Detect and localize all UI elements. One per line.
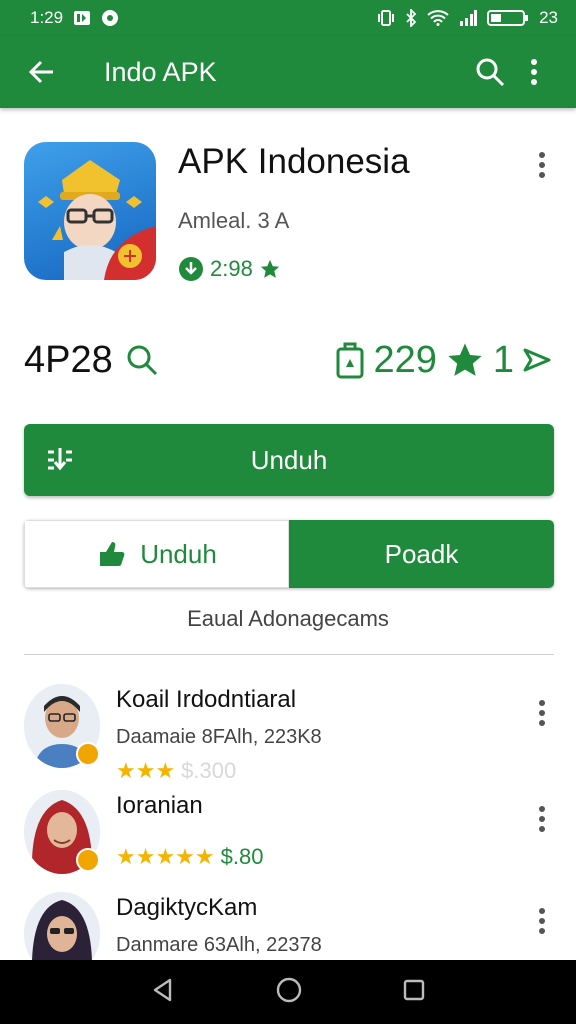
recents-square-icon xyxy=(404,979,425,1000)
bluetooth-icon xyxy=(405,9,417,27)
stat-right: 229 1 xyxy=(335,339,552,382)
app-rating-value: 2:98 xyxy=(210,256,253,281)
review-name: DagiktycKam xyxy=(116,894,258,921)
verified-badge-icon xyxy=(76,848,100,872)
download-button-label: Unduh xyxy=(250,444,328,475)
nav-recents-button[interactable] xyxy=(402,978,426,1007)
send-icon xyxy=(523,348,551,372)
download-list-icon xyxy=(44,444,76,483)
signal-icon xyxy=(459,10,478,26)
stat-right-suffix: 1 xyxy=(492,338,514,381)
segment-right-label: Poadk xyxy=(384,538,459,569)
app-developer: Amleal. 3 A xyxy=(178,208,290,233)
search-icon xyxy=(476,58,505,87)
verified-badge-icon xyxy=(76,742,100,766)
divider xyxy=(24,654,554,655)
app-bar-title: Indo APK xyxy=(104,56,217,87)
app-bar: Indo APK xyxy=(0,36,576,108)
app-icon xyxy=(24,142,156,280)
review-price: $.80 xyxy=(220,844,264,869)
review-item[interactable]: Koail Irdodntiaral Daamaie 8FAlh, 223K8 … xyxy=(24,684,554,783)
review-name: Ioranian xyxy=(116,792,203,819)
section-label: Eaual Adonagecams xyxy=(187,606,389,631)
star-rating: ★★★★★ xyxy=(116,844,215,869)
vibrate-icon xyxy=(377,9,395,27)
search-button[interactable] xyxy=(468,50,512,94)
review-name: Koail Irdodntiaral xyxy=(116,686,297,713)
review-more-button[interactable] xyxy=(530,696,554,730)
thumbs-up-icon xyxy=(100,542,125,566)
stat-left-value: 4P28 xyxy=(24,338,113,381)
more-vert-icon xyxy=(539,152,545,178)
notification-icon xyxy=(73,10,91,26)
star-icon xyxy=(260,259,279,278)
nav-back-button[interactable] xyxy=(150,977,176,1008)
review-item[interactable]: Ioranian ★★★★★ $.80 xyxy=(24,790,554,880)
search-icon xyxy=(127,345,157,376)
status-time: 1:29 xyxy=(30,8,64,27)
system-nav-bar xyxy=(0,960,576,1024)
download-badge-icon xyxy=(179,257,203,281)
star-icon xyxy=(448,343,482,376)
more-vert-icon xyxy=(539,908,545,934)
overflow-menu-button[interactable] xyxy=(512,50,556,94)
stat-left: 4P28 xyxy=(24,339,159,382)
more-vert-icon xyxy=(539,700,545,726)
stat-right-value: 229 xyxy=(373,338,437,381)
package-icon xyxy=(336,342,364,379)
more-vert-icon xyxy=(539,806,545,832)
home-circle-icon xyxy=(276,977,302,1002)
back-button[interactable] xyxy=(20,50,64,94)
review-price: $.300 xyxy=(181,758,237,783)
avatar xyxy=(24,892,100,960)
review-stars: ★★★ $.300 xyxy=(116,758,236,784)
more-vert-icon xyxy=(531,59,537,85)
review-stars: ★★★★★ $.80 xyxy=(116,844,263,870)
review-more-button[interactable] xyxy=(530,802,554,836)
review-meta: Daamaie 8FAlh, 223K8 xyxy=(116,726,322,748)
star-rating: ★★★ xyxy=(116,758,176,783)
app-rating: 2:98 xyxy=(178,256,281,282)
battery-level: 23 xyxy=(539,8,558,27)
action-segment: Unduh Poadk xyxy=(24,520,554,588)
app-more-button[interactable] xyxy=(530,148,554,182)
segment-download[interactable]: Unduh xyxy=(24,520,289,588)
battery-icon xyxy=(487,9,529,27)
wifi-icon xyxy=(427,10,449,26)
review-item[interactable]: DagiktycKam Danmare 63Alh, 22378 xyxy=(24,892,554,960)
review-meta: Danmare 63Alh, 22378 xyxy=(116,934,322,956)
app-name: APK Indonesia xyxy=(178,142,410,181)
app-header: APK Indonesia Amleal. 3 A 2:98 xyxy=(24,140,554,290)
back-triangle-icon xyxy=(153,978,171,1001)
status-bar: 1:29 23 xyxy=(0,0,576,36)
segment-download-label: Unduh xyxy=(140,538,217,569)
download-button[interactable]: Unduh xyxy=(24,424,554,496)
review-more-button[interactable] xyxy=(530,904,554,938)
nav-home-button[interactable] xyxy=(275,976,303,1009)
notification-dot-icon xyxy=(101,9,119,27)
segment-right[interactable]: Poadk xyxy=(289,520,554,588)
back-arrow-icon xyxy=(28,60,53,84)
stats-row: 4P28 229 1 xyxy=(24,332,552,388)
